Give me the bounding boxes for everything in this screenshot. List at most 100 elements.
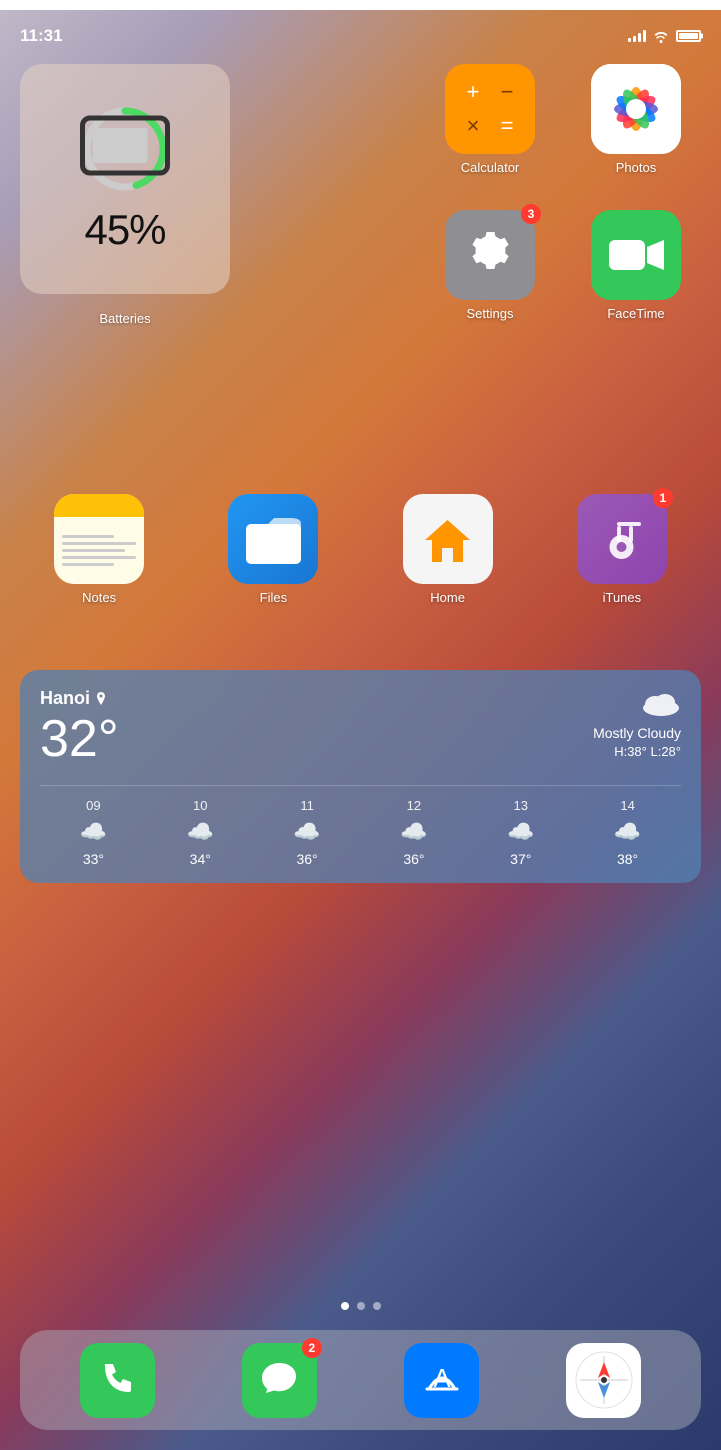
signal-bar-4 <box>643 30 646 42</box>
itunes-badge: 1 <box>653 488 673 508</box>
messages-badge: 2 <box>302 1338 322 1358</box>
facetime-label: FaceTime <box>607 306 664 321</box>
settings-badge: 3 <box>521 204 541 224</box>
forecast-temp: 37° <box>510 851 531 867</box>
calculator-icon: + − × = <box>445 64 535 154</box>
forecast-hour: 14 <box>620 798 634 813</box>
forecast-hour: 10 <box>193 798 207 813</box>
signal-bar-3 <box>638 33 641 42</box>
battery-fill <box>679 33 698 39</box>
app-facetime[interactable]: FaceTime <box>571 210 701 340</box>
status-bar: 11:31 <box>0 10 721 54</box>
messages-icon: 2 <box>242 1343 317 1418</box>
calc-times: × <box>457 110 489 142</box>
forecast-cloud-icon: ☁️ <box>187 819 214 845</box>
appstore-svg: A <box>421 1359 463 1401</box>
dock-app-phone[interactable] <box>80 1343 155 1418</box>
page-dots <box>341 1302 381 1310</box>
weather-temperature: 32° <box>40 713 119 765</box>
messages-svg <box>258 1359 300 1401</box>
files-label: Files <box>260 590 287 605</box>
forecast-cloud-icon: ☁️ <box>614 819 641 845</box>
forecast-hour: 12 <box>407 798 421 813</box>
weather-high: H:38° <box>614 744 647 759</box>
dock-app-messages[interactable]: 2 <box>242 1343 317 1418</box>
battery-status-icon <box>676 30 701 42</box>
calc-plus: + <box>457 76 489 108</box>
weather-condition-text: Mostly Cloudy <box>593 724 681 744</box>
notes-top-bar <box>54 494 144 517</box>
notes-line-5 <box>62 563 114 566</box>
forecast-hour: 11 <box>300 798 314 813</box>
app-notes[interactable]: Notes <box>20 494 178 605</box>
page-dot-2[interactable] <box>357 1302 365 1310</box>
safari-icon <box>566 1343 641 1418</box>
app-grid-row2: Notes Files Home <box>20 494 701 605</box>
app-home[interactable]: Home <box>369 494 527 605</box>
forecast-temp: 36° <box>296 851 317 867</box>
photos-svg <box>591 64 681 154</box>
forecast-cloud-icon: ☁️ <box>507 819 534 845</box>
notes-label: Notes <box>82 590 116 605</box>
notes-line-1 <box>62 535 114 538</box>
page-dot-1[interactable] <box>341 1302 349 1310</box>
home-icon-wrapper <box>403 494 493 584</box>
forecast-temp: 36° <box>403 851 424 867</box>
dock-app-appstore[interactable]: A <box>404 1343 479 1418</box>
signal-bar-2 <box>633 36 636 42</box>
forecast-hour: 09 <box>86 798 100 813</box>
weather-widget[interactable]: Hanoi 32° Mostly Cloudy H:38° L:28° 09 ☁… <box>20 670 701 883</box>
notes-icon-wrapper <box>54 494 144 584</box>
app-itunes[interactable]: 1 iTunes <box>543 494 701 605</box>
status-icons <box>628 29 701 43</box>
facetime-icon <box>591 210 681 300</box>
battery-ring <box>80 104 170 194</box>
calc-equals: = <box>491 110 523 142</box>
battery-widget[interactable]: 45% Batteries <box>20 64 230 294</box>
phone-svg <box>97 1360 137 1400</box>
weather-city-name: Hanoi <box>40 688 119 709</box>
photos-label: Photos <box>616 160 656 175</box>
itunes-label: iTunes <box>603 590 642 605</box>
notes-content <box>54 517 144 585</box>
dock: 2 A <box>20 1330 701 1430</box>
forecast-temp: 38° <box>617 851 638 867</box>
app-settings[interactable]: 3 Settings <box>425 210 555 340</box>
app-calculator[interactable]: + − × = Calculator <box>425 64 555 194</box>
app-photos[interactable]: Photos <box>571 64 701 194</box>
battery-percentage: 45% <box>84 206 165 254</box>
page-dot-3[interactable] <box>373 1302 381 1310</box>
dock-app-safari[interactable] <box>566 1343 641 1418</box>
calculator-label: Calculator <box>461 160 520 175</box>
notes-line-3 <box>62 549 125 552</box>
forecast-cloud-icon: ☁️ <box>80 819 107 845</box>
location-icon <box>94 692 108 706</box>
app-files[interactable]: Files <box>194 494 352 605</box>
cloud-icon <box>641 688 681 718</box>
weather-low: L:28° <box>650 744 681 759</box>
facetime-svg <box>609 235 664 275</box>
batteries-widget-label: Batteries <box>99 311 150 326</box>
forecast-temp: 34° <box>190 851 211 867</box>
city-name-text: Hanoi <box>40 688 90 709</box>
forecast-item: 10 ☁️ 34° <box>147 798 254 867</box>
files-svg <box>246 514 301 564</box>
photos-icon <box>591 64 681 154</box>
calc-minus: − <box>491 76 523 108</box>
weather-high-low: H:38° L:28° <box>593 743 681 761</box>
forecast-hour: 13 <box>514 798 528 813</box>
weather-forecast: 09 ☁️ 33° 10 ☁️ 34° 11 ☁️ 36° 12 ☁️ 36° … <box>40 785 681 867</box>
forecast-item: 13 ☁️ 37° <box>467 798 574 867</box>
notes-line-4 <box>62 556 136 559</box>
itunes-svg <box>594 512 649 567</box>
forecast-item: 11 ☁️ 36° <box>254 798 361 867</box>
forecast-cloud-icon: ☁️ <box>400 819 427 845</box>
signal-bars <box>628 30 646 42</box>
forecast-item: 09 ☁️ 33° <box>40 798 147 867</box>
notes-line-2 <box>62 542 136 545</box>
weather-header: Hanoi 32° Mostly Cloudy H:38° L:28° <box>40 688 681 769</box>
battery-tip <box>701 34 703 39</box>
safari-svg <box>574 1350 634 1410</box>
forecast-cloud-icon: ☁️ <box>293 819 320 845</box>
forecast-item: 12 ☁️ 36° <box>361 798 468 867</box>
